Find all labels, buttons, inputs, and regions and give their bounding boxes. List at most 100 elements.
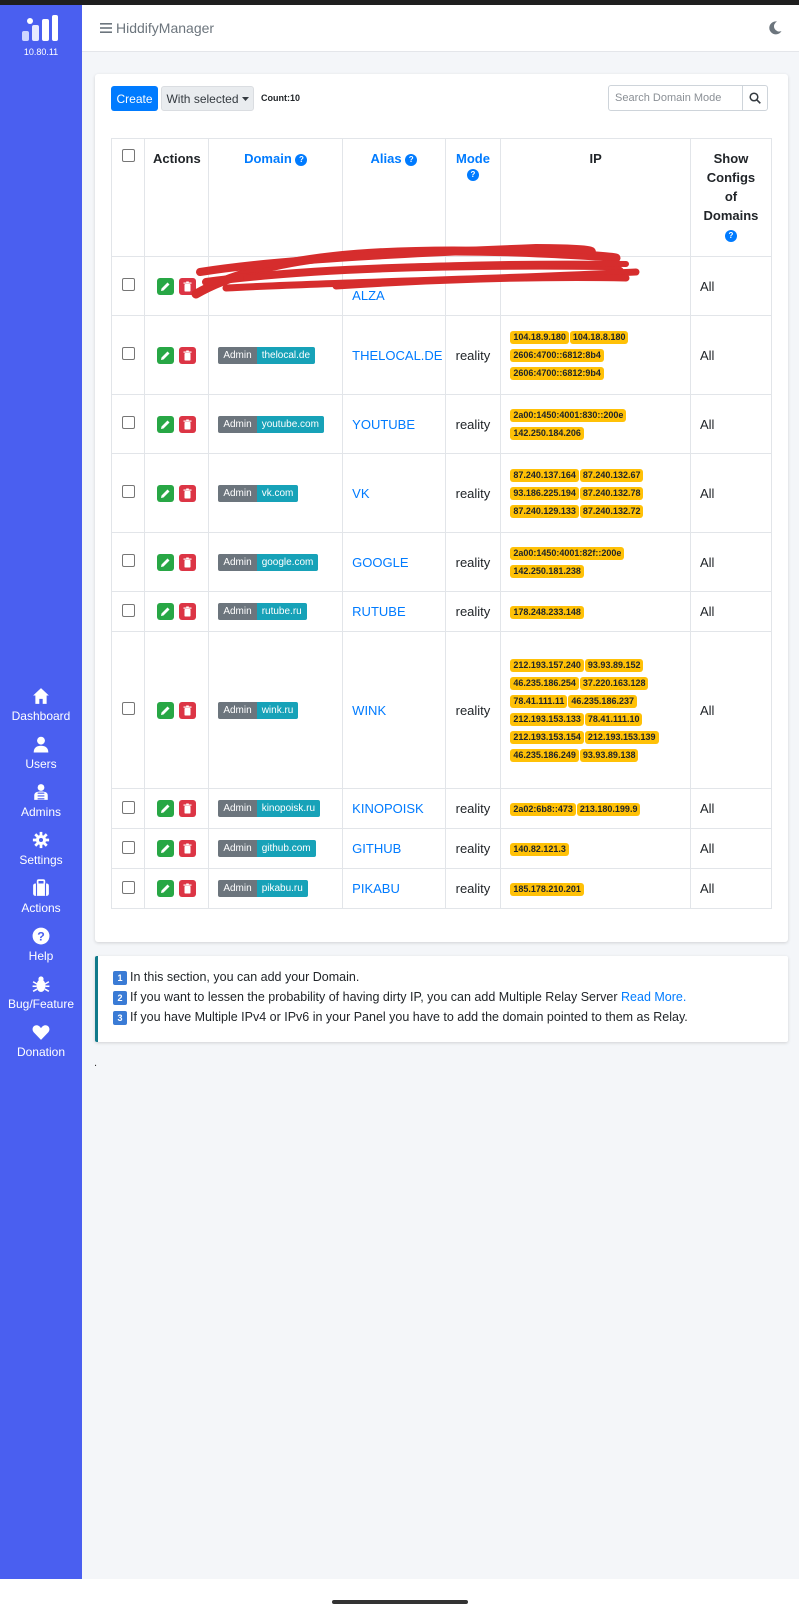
- alias-link[interactable]: PIKABU: [352, 881, 400, 896]
- table-row[interactable]: Admin pikabu.ru PIKABU reality 185.178.210.2…: [110, 868, 773, 909]
- alias-cell: KINOPOISK: [342, 788, 446, 829]
- footer-dot: .: [94, 1057, 98, 1069]
- domain-badge[interactable]: kinopoisk.ru: [256, 800, 321, 818]
- row-checkbox[interactable]: [121, 347, 135, 360]
- edit-button[interactable]: [157, 277, 175, 295]
- alias-link[interactable]: YOUTUBE: [352, 417, 415, 432]
- select-all-checkbox[interactable]: [121, 149, 135, 162]
- delete-button[interactable]: [179, 840, 197, 858]
- info-line-3-text: If you have Multiple IPv4 or IPv6 in you…: [130, 1010, 688, 1024]
- row-checkbox[interactable]: [121, 880, 135, 894]
- home-icon: [33, 688, 49, 704]
- sidebar-item-settings[interactable]: Settings: [0, 831, 82, 879]
- row-actions-cell: [144, 868, 210, 909]
- edit-button[interactable]: [157, 880, 175, 898]
- domain-badge[interactable]: rutube.ru: [256, 603, 307, 621]
- delete-button[interactable]: [179, 415, 197, 433]
- ip-badge: 87.240.132.72: [579, 505, 644, 518]
- row-checkbox[interactable]: [121, 702, 135, 715]
- alias-cell: PIKABU: [342, 868, 446, 909]
- domain-cell: Admin kinopoisk.ru: [208, 788, 344, 829]
- delete-button[interactable]: [179, 800, 197, 818]
- table-row[interactable]: Admin github.com GITHUB reality 140.82.121.3…: [110, 828, 773, 869]
- delete-button[interactable]: [179, 603, 197, 621]
- mode-header[interactable]: Mode?: [444, 138, 502, 257]
- edit-button[interactable]: [157, 415, 175, 433]
- home-indicator[interactable]: [332, 1600, 468, 1604]
- table-row[interactable]: Admin vk.com VK reality 87.240.137.164 87.240…: [110, 453, 773, 533]
- sidebar-item-label: Admins: [20, 805, 61, 819]
- alias-header-label: Alias: [370, 151, 402, 166]
- help-icon[interactable]: ?: [295, 153, 308, 166]
- alias-cell: VK: [342, 453, 446, 533]
- read-more-link[interactable]: Read More.: [621, 990, 686, 1004]
- alias-link[interactable]: GOOGLE: [352, 555, 408, 570]
- table-row[interactable]: Admin thelocal.de THELOCAL.DE reality 104.18…: [110, 315, 773, 395]
- edit-button[interactable]: [157, 484, 175, 502]
- hiddify-logo[interactable]: [20, 13, 60, 43]
- alias-link[interactable]: GITHUB: [352, 841, 401, 856]
- row-checkbox[interactable]: [121, 416, 135, 429]
- edit-button[interactable]: [157, 800, 175, 818]
- table-row[interactable]: Admin kinopoisk.ru KINOPOISK reality 2a02:6b…: [110, 788, 773, 829]
- row-checkbox[interactable]: [121, 485, 135, 498]
- table-row[interactable]: Admin wink.ru WINK reality 212.193.157.240 93…: [110, 631, 773, 789]
- sidebar-item-donation[interactable]: Donation: [0, 1023, 82, 1071]
- row-checkbox[interactable]: [121, 840, 135, 854]
- row-checkbox[interactable]: [121, 603, 135, 617]
- edit-button[interactable]: [157, 603, 175, 621]
- sidebar-item-actions[interactable]: Actions: [0, 879, 82, 927]
- alias-link[interactable]: VK: [352, 486, 369, 501]
- table-row[interactable]: Admin rutube.ru RUTUBE reality 178.248.233.1…: [110, 591, 773, 632]
- alias-link[interactable]: WINK: [352, 703, 386, 718]
- system-nav-area: [0, 1579, 799, 1614]
- search-input[interactable]: [609, 86, 744, 110]
- delete-button[interactable]: [179, 880, 197, 898]
- with-selected-dropdown[interactable]: With selected: [161, 86, 254, 111]
- sidebar-item-dashboard[interactable]: Dashboard: [0, 687, 82, 735]
- domain-badge[interactable]: vk.com: [256, 484, 299, 502]
- row-checkbox[interactable]: [121, 800, 135, 814]
- help-icon[interactable]: ?: [466, 168, 479, 181]
- search-button[interactable]: [742, 86, 767, 110]
- domain-badge[interactable]: pikabu.ru: [256, 880, 308, 898]
- alias-link[interactable]: KINOPOISK: [352, 801, 424, 816]
- edit-button[interactable]: [157, 701, 175, 719]
- row-checkbox[interactable]: [121, 554, 135, 567]
- edit-button[interactable]: [157, 840, 175, 858]
- menu-toggle-button[interactable]: HiddifyManager: [100, 20, 214, 36]
- ip-cell: 104.18.9.180 104.18.8.1802606:4700::6812:…: [500, 315, 691, 395]
- moon-icon[interactable]: [767, 20, 783, 36]
- help-icon[interactable]: ?: [405, 153, 418, 166]
- edit-button[interactable]: [157, 553, 175, 571]
- domain-badge[interactable]: wink.ru: [256, 701, 299, 719]
- alias-cell: GOOGLE: [342, 532, 446, 592]
- edit-button[interactable]: [157, 346, 175, 364]
- alias-link[interactable]: THELOCAL.DE: [352, 348, 442, 363]
- table-row[interactable]: Admin youtube.com YOUTUBE reality 2a00:1450:…: [110, 394, 773, 454]
- delete-button[interactable]: [179, 346, 197, 364]
- alias-cell: YOUTUBE: [342, 394, 446, 454]
- delete-button[interactable]: [179, 484, 197, 502]
- delete-button[interactable]: [179, 701, 197, 719]
- row-checkbox[interactable]: [121, 278, 135, 291]
- ip-cell: 140.82.121.3: [500, 828, 691, 869]
- domain-header[interactable]: Domain ?: [208, 138, 344, 257]
- info-line-1: 1 In this section, you can add your Domai…: [113, 967, 788, 987]
- domain-badge[interactable]: github.com: [256, 840, 316, 858]
- sidebar-item-help[interactable]: ? Help: [0, 927, 82, 975]
- domain-badge[interactable]: google.com: [256, 553, 319, 571]
- create-button[interactable]: Create: [111, 86, 158, 111]
- alias-link[interactable]: RUTUBE: [352, 604, 405, 619]
- domain-badge[interactable]: youtube.com: [256, 415, 324, 433]
- version-label: 10.80.11: [23, 47, 59, 57]
- alias-header[interactable]: Alias ?: [342, 138, 446, 257]
- sidebar-item-users[interactable]: Users: [0, 735, 82, 783]
- domain-badge[interactable]: thelocal.de: [256, 346, 316, 364]
- help-icon[interactable]: ?: [724, 229, 737, 242]
- ip-badge: 93.186.225.194: [510, 487, 579, 500]
- sidebar-item-bug-feature[interactable]: Bug/Feature: [0, 975, 82, 1023]
- table-row[interactable]: Admin google.com GOOGLE reality 2a00:1450:40…: [110, 532, 773, 592]
- sidebar-item-admins[interactable]: Admins: [0, 783, 82, 831]
- delete-button[interactable]: [179, 553, 197, 571]
